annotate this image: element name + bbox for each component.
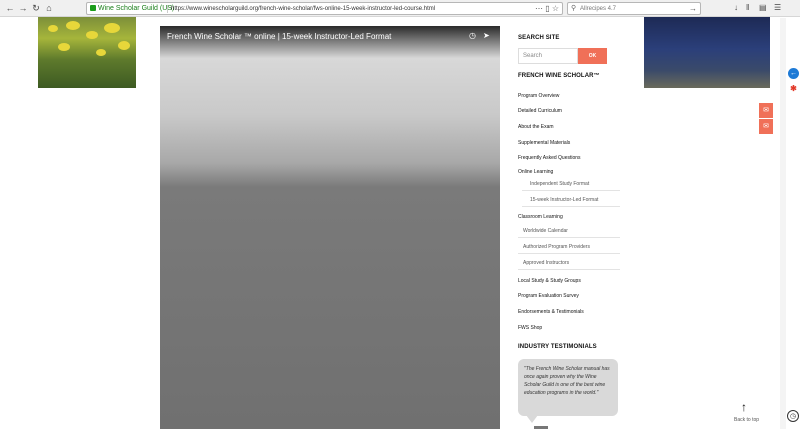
- arrow-up-icon[interactable]: ↑: [741, 400, 747, 414]
- submenu-program-providers[interactable]: Authorized Program Providers: [523, 244, 590, 250]
- back-to-top-label[interactable]: Back to top: [734, 417, 759, 423]
- menu-endorsements[interactable]: Endorsements & Testimonials: [518, 309, 584, 315]
- search-bar[interactable]: ⚲ Allrecipes 4.7 →: [567, 2, 701, 15]
- program-heading: FRENCH WINE SCHOLAR™: [518, 73, 600, 79]
- search-ok-button[interactable]: OK: [578, 48, 607, 64]
- library-icon[interactable]: ‖: [746, 2, 749, 14]
- back-arrow-icon[interactable]: ←: [4, 2, 16, 14]
- search-site-heading: SEARCH SITE: [518, 35, 560, 41]
- vineyard-flowers-image: [38, 17, 136, 88]
- lock-icon: [90, 5, 96, 12]
- submenu-instructor-led[interactable]: 15-week Instructor-Led Format: [530, 197, 598, 203]
- video-player[interactable]: French Wine Scholar ™ online | 15-week I…: [160, 26, 500, 429]
- translate-extension-icon[interactable]: ←: [788, 68, 799, 79]
- url-text[interactable]: https://www.winescholarguild.org/french-…: [171, 4, 435, 14]
- testimonial-quote: "The French Wine Scholar manual has once…: [518, 359, 618, 416]
- download-icon[interactable]: ↓: [734, 2, 738, 14]
- menu-detailed-curriculum[interactable]: Detailed Curriculum: [518, 108, 562, 114]
- menu-about-exam[interactable]: About the Exam: [518, 124, 554, 130]
- submenu-worldwide-calendar[interactable]: Worldwide Calendar: [523, 228, 568, 234]
- menu-faq[interactable]: Frequently Asked Questions: [518, 155, 581, 161]
- page-actions-icon[interactable]: ⋯: [535, 4, 543, 13]
- bookmark-star-icon[interactable]: ☆: [552, 4, 559, 13]
- home-icon[interactable]: ⌂: [43, 2, 55, 14]
- menu-classroom-learning[interactable]: Classroom Learning: [518, 214, 563, 220]
- submenu-approved-instructors[interactable]: Approved Instructors: [523, 260, 569, 266]
- clock-icon[interactable]: ◷: [787, 410, 799, 422]
- search-go-icon[interactable]: →: [689, 3, 697, 14]
- url-bar[interactable]: Wine Scholar Guild (US) https://www.wine…: [86, 2, 563, 15]
- testimonials-heading: INDUSTRY TESTIMONIALS: [518, 344, 597, 350]
- submenu-independent-study[interactable]: Independent Study Format: [530, 181, 589, 187]
- reader-view-icon[interactable]: ▯: [545, 4, 549, 13]
- menu-evaluation-survey[interactable]: Program Evaluation Survey: [518, 293, 579, 299]
- vineyard-night-image: [644, 17, 770, 88]
- share-icon[interactable]: ➤: [483, 31, 490, 40]
- site-identity[interactable]: Wine Scholar Guild (US): [90, 4, 174, 14]
- forward-arrow-icon[interactable]: →: [17, 2, 29, 14]
- search-bar-text[interactable]: Allrecipes 4.7: [580, 4, 616, 14]
- browser-toolbar: ← → ↻ ⌂ Wine Scholar Guild (US) https://…: [0, 0, 800, 17]
- menu-fws-shop[interactable]: FWS Shop: [518, 325, 542, 331]
- reload-icon[interactable]: ↻: [30, 2, 42, 14]
- search-icon: ⚲: [571, 5, 577, 12]
- chat-icon[interactable]: ✉: [759, 103, 773, 118]
- menu-supplemental-materials[interactable]: Supplemental Materials: [518, 140, 570, 146]
- menu-online-learning[interactable]: Online Learning: [518, 169, 553, 175]
- menu-local-study[interactable]: Local Study & Study Groups: [518, 278, 581, 284]
- menu-program-overview[interactable]: Program Overview: [518, 93, 559, 99]
- video-title[interactable]: French Wine Scholar ™ online | 15-week I…: [167, 32, 391, 41]
- joomla-extension-icon[interactable]: ✱: [788, 83, 799, 94]
- mail-icon[interactable]: ✉: [759, 119, 773, 134]
- menu-icon[interactable]: ☰: [774, 2, 781, 14]
- watch-later-icon[interactable]: ◷: [469, 31, 476, 40]
- search-input[interactable]: Search: [518, 48, 578, 64]
- sidebar-icon[interactable]: ▤: [759, 2, 767, 14]
